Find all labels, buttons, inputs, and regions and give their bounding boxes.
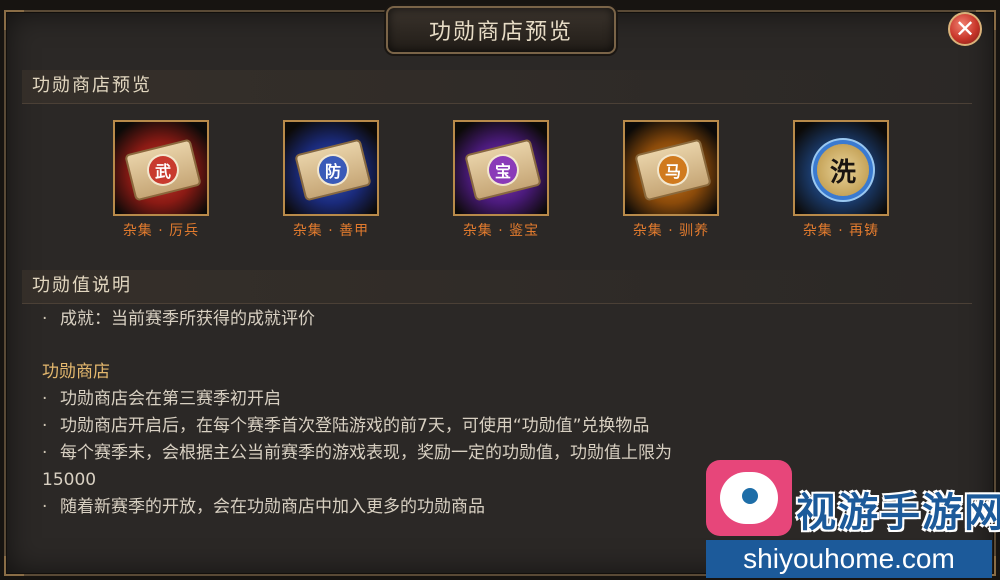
item-label: 杂集 · 驯养 <box>632 223 710 239</box>
item-label: 杂集 · 鉴宝 <box>462 223 540 239</box>
item-label: 杂集 · 再铸 <box>802 223 880 239</box>
item-label: 杂集 · 善甲 <box>292 223 370 239</box>
merit-shop-subtitle: 功勋商店 <box>42 362 110 382</box>
desc-text: 成就：当前赛季所获得的成就评价 <box>60 309 315 329</box>
close-icon: ✕ <box>954 15 976 43</box>
shop-item-armor[interactable]: 防 杂集 · 善甲 <box>283 120 379 240</box>
seal-icon: 武 <box>149 156 177 184</box>
watermark-url: shiyouhome.com <box>706 540 992 578</box>
desc-text: 随着新赛季的开放，会在功勋商店中加入更多的功勋商品 <box>60 497 485 517</box>
shop-item-row: 武 杂集 · 厉兵 防 杂集 · 善甲 宝 杂集 · 鉴宝 马 杂集 · 驯养 … <box>0 120 1000 250</box>
item-icon-treasure: 宝 <box>453 120 549 216</box>
shop-item-treasure[interactable]: 宝 杂集 · 鉴宝 <box>453 120 549 240</box>
shop-preview-heading: 功勋商店预览 <box>22 70 972 104</box>
item-icon-weapon: 武 <box>113 120 209 216</box>
desc-text: 15000 <box>42 470 97 490</box>
seal-icon: 防 <box>319 156 347 184</box>
bullet: · <box>42 309 48 329</box>
desc-line: · 成就：当前赛季所获得的成就评价 <box>42 306 942 333</box>
corner-ornament <box>4 556 24 576</box>
shop-item-recast[interactable]: 洗 杂集 · 再铸 <box>793 120 889 240</box>
desc-text: 功勋商店开启后，在每个赛季首次登陆游戏的前7天，可使用“功勋值”兑换物品 <box>60 416 650 436</box>
item-label: 杂集 · 厉兵 <box>122 223 200 239</box>
desc-line: · 功勋商店会在第三赛季初开启 <box>42 386 942 413</box>
bullet: · <box>42 389 48 409</box>
dialog-title: 功勋商店预览 <box>386 6 616 54</box>
item-icon-recast: 洗 <box>793 120 889 216</box>
bullet: · <box>42 497 48 517</box>
bullet: · <box>42 443 48 463</box>
shop-item-horse[interactable]: 马 杂集 · 驯养 <box>623 120 719 240</box>
item-icon-horse: 马 <box>623 120 719 216</box>
bullet: · <box>42 416 48 436</box>
seal-icon: 宝 <box>489 156 517 184</box>
recast-icon: 洗 <box>817 144 869 196</box>
desc-text: 功勋商店会在第三赛季初开启 <box>60 389 281 409</box>
close-button[interactable]: ✕ <box>948 12 982 46</box>
shop-item-weapon[interactable]: 武 杂集 · 厉兵 <box>113 120 209 240</box>
merit-value-heading: 功勋值说明 <box>22 270 972 304</box>
item-icon-armor: 防 <box>283 120 379 216</box>
corner-ornament <box>4 10 24 30</box>
watermark: 视游手游网 shiyouhome.com <box>700 432 1000 580</box>
seal-icon: 马 <box>659 156 687 184</box>
desc-text: 每个赛季末，会根据主公当前赛季的游戏表现，奖励一定的功勋值，功勋值上限为 <box>60 443 672 463</box>
watermark-text: 视游手游网 <box>796 490 1000 536</box>
tv-logo-icon <box>706 460 792 536</box>
